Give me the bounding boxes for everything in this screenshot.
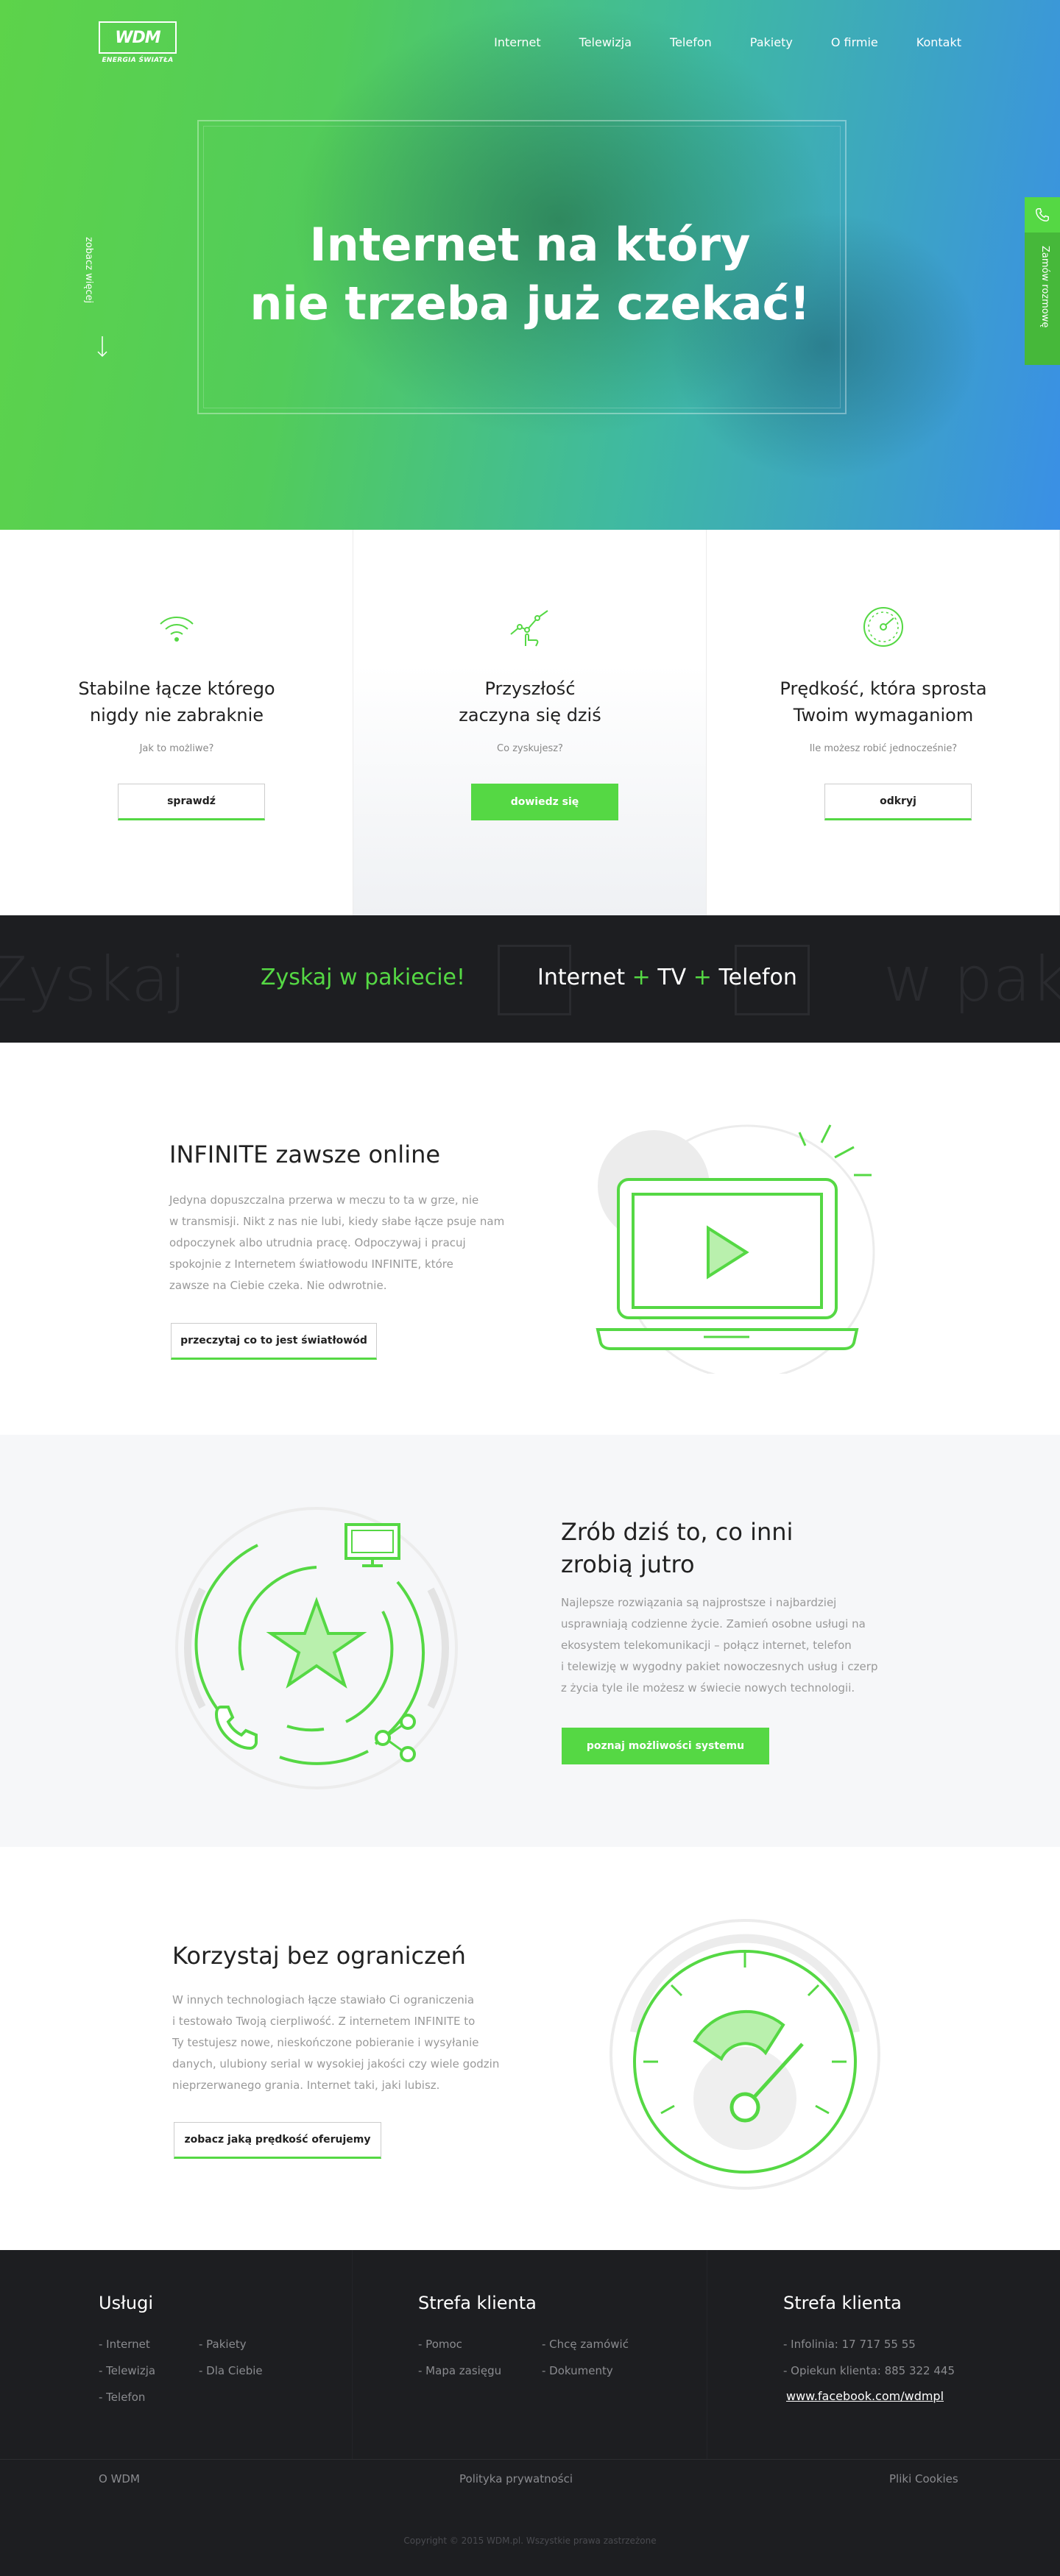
footer-link-pomoc[interactable]: - Pomoc xyxy=(418,2331,501,2357)
footer-title-client: Strefa klienta xyxy=(418,2293,537,2313)
feature-question: Co zyskujesz? xyxy=(497,743,563,754)
logo[interactable]: WDM ENERGIA ŚWIATŁA xyxy=(99,21,177,68)
discover-button[interactable]: odkryj xyxy=(824,784,972,820)
order-call-button[interactable]: Zamów rozmowę xyxy=(1025,197,1060,365)
footer-links: - Chcę zamówić - Dokumenty xyxy=(542,2331,629,2384)
laptop-play-icon xyxy=(596,1124,875,1374)
feature-question: Jak to możliwe? xyxy=(139,743,214,754)
footer-link-internet[interactable]: - Internet xyxy=(99,2331,155,2357)
arrow-down-icon[interactable] xyxy=(96,335,108,358)
check-button[interactable]: sprawdź xyxy=(118,784,265,820)
footer-link-telefon[interactable]: - Telefon xyxy=(99,2384,155,2410)
features: Stabilne łącze którego nigdy nie zabrakni… xyxy=(0,530,1060,915)
ghost-text: Zyskaj xyxy=(0,943,186,1015)
footer-link-pakiety[interactable]: - Pakiety xyxy=(199,2331,263,2357)
footer-title-client-2: Strefa klienta xyxy=(783,2293,902,2313)
footer-title-services: Usługi xyxy=(99,2293,154,2313)
section-today: Zrób dziś to, co inni zrobią jutro Najlep… xyxy=(0,1435,1060,1847)
about-link[interactable]: O WDM xyxy=(99,2472,140,2485)
hero-title-line2: nie trzeba już czekać! xyxy=(250,277,810,330)
package-items[interactable]: Internet + TV + Telefon xyxy=(537,965,797,990)
logo-mark: WDM xyxy=(99,21,177,54)
hero-title-line1: Internet na który xyxy=(309,218,751,272)
footer-links: - Pomoc - Mapa zasięgu xyxy=(418,2331,501,2384)
section-text: Jedyna dopuszczalna przerwa w meczu to t… xyxy=(169,1193,505,1292)
package-banner: Zyskaj w pakie Zyskaj w pakiecie! Intern… xyxy=(0,915,1060,1043)
feature-title: Przyszłość zaczyna się dziś xyxy=(459,678,601,725)
hotline-text: - Infolinia: 17 717 55 55 xyxy=(783,2338,916,2351)
footer-link-telewizja[interactable]: - Telewizja xyxy=(99,2357,155,2384)
speedometer-icon xyxy=(863,607,903,647)
footer-link-zamow[interactable]: - Chcę zamówić xyxy=(542,2331,629,2357)
section-title: INFINITE zawsze online xyxy=(169,1140,441,1168)
nav-telewizja[interactable]: Telewizja xyxy=(579,35,632,50)
footer-link-dokumenty[interactable]: - Dokumenty xyxy=(542,2357,629,2384)
cookies-link[interactable]: Pliki Cookies xyxy=(889,2472,958,2485)
divider xyxy=(352,2250,353,2459)
feature-future: Przyszłość zaczyna się dziś Co zyskujesz?… xyxy=(353,530,707,915)
feature-stable: Stabilne łącze którego nigdy nie zabrakni… xyxy=(0,530,353,915)
speed-gauge-icon xyxy=(610,1919,880,2190)
hero-title: Internet na który nie trzeba już czekać! xyxy=(0,216,1060,333)
footer-separator xyxy=(0,2459,1060,2460)
facebook-link[interactable]: www.facebook.com/wdmpl xyxy=(786,2389,944,2403)
feature-title: Stabilne łącze którego nigdy nie zabrakni… xyxy=(78,678,275,725)
main-nav: Internet Telewizja Telefon Pakiety O fir… xyxy=(456,35,961,50)
account-manager-text: - Opiekun klienta: 885 322 445 xyxy=(783,2364,955,2377)
phone-icon xyxy=(1025,197,1060,233)
order-call-label: Zamów rozmowę xyxy=(1039,246,1050,328)
section-infinite: INFINITE zawsze online Jedyna dopuszczal… xyxy=(0,1043,1060,1435)
nav-internet[interactable]: Internet xyxy=(494,35,541,50)
hero: WDM ENERGIA ŚWIATŁA Internet Telewizja T… xyxy=(0,0,1060,530)
learn-more-button[interactable]: dowiedz się xyxy=(471,784,618,820)
feature-title: Prędkość, która sprosta Twoim wymaganiom xyxy=(780,678,987,725)
read-fiber-button[interactable]: przeczytaj co to jest światłowód xyxy=(171,1323,377,1360)
copyright: Copyright © 2015 WDM.pl. Wszystkie prawa… xyxy=(403,2536,657,2546)
footer-links: - Internet - Telewizja - Telefon xyxy=(99,2331,155,2410)
section-title: Korzystaj bez ograniczeń xyxy=(172,1942,466,1970)
scroll-hint[interactable]: zobacz więcej xyxy=(83,237,94,303)
footer-link-dla-ciebie[interactable]: - Dla Ciebie xyxy=(199,2357,263,2384)
ghost-text: w pakie xyxy=(883,943,1060,1015)
footer: Usługi - Internet - Telewizja - Telefon … xyxy=(0,2250,1060,2576)
wifi-icon xyxy=(160,617,194,642)
nav-kontakt[interactable]: Kontakt xyxy=(916,35,961,50)
feature-question: Ile możesz robić jednocześnie? xyxy=(809,743,958,754)
section-text: W innych technologiach łącze stawiało Ci… xyxy=(172,1993,500,2092)
section-title: Zrób dziś to, co inni zrobią jutro xyxy=(561,1518,794,1578)
section-text: Najlepsze rozwiązania są najprostsze i n… xyxy=(561,1596,878,1695)
footer-links: - Pakiety - Dla Ciebie xyxy=(199,2331,263,2384)
explore-system-button[interactable]: poznaj możliwości systemu xyxy=(562,1728,769,1764)
nav-pakiety[interactable]: Pakiety xyxy=(750,35,793,50)
see-speed-button[interactable]: zobacz jaką prędkość oferujemy xyxy=(174,2122,381,2159)
nav-o-firmie[interactable]: O firmie xyxy=(831,35,878,50)
footer-contact: - Infolinia: 17 717 55 55 - Opiekun klie… xyxy=(783,2331,955,2384)
section-unlimited: Korzystaj bez ograniczeń W innych techno… xyxy=(0,1847,1060,2250)
footer-link-mapa[interactable]: - Mapa zasięgu xyxy=(418,2357,501,2384)
privacy-link[interactable]: Polityka prywatności xyxy=(459,2472,573,2485)
feature-speed: Prędkość, która sprosta Twoim wymaganiom … xyxy=(707,530,1060,915)
growth-chart-icon xyxy=(510,610,548,647)
logo-tagline: ENERGIA ŚWIATŁA xyxy=(102,57,174,64)
nav-telefon[interactable]: Telefon xyxy=(670,35,712,50)
package-lead: Zyskaj w pakiecie! xyxy=(261,965,466,990)
ecosystem-icon xyxy=(175,1507,458,1789)
